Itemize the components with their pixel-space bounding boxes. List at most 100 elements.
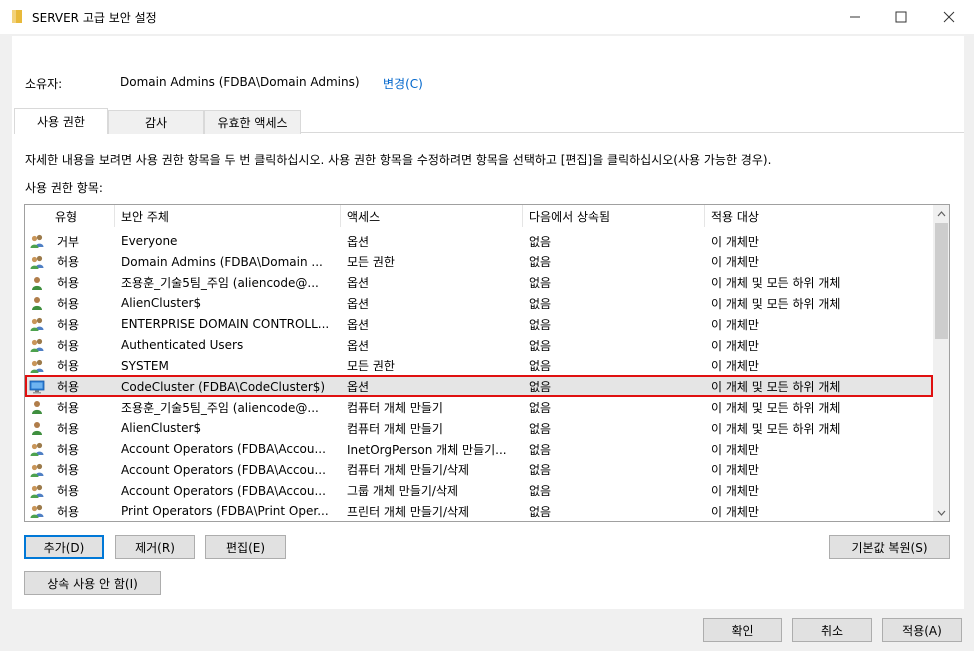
cell-inherited: 없음 — [529, 359, 552, 374]
table-row[interactable]: 허용 조용훈_기술5팀_주임 (aliencode@... 컴퓨터 개체 만들기 없음… — [25, 397, 933, 418]
table-row[interactable]: 허용 Print Operators (FDBA\Print Oper... 프린터… — [25, 501, 933, 521]
group-icon — [29, 338, 45, 352]
cell-applies: 이 개체만 — [711, 317, 759, 332]
tab-auditing[interactable]: 감사 — [108, 110, 204, 134]
instructions-text: 자세한 내용을 보려면 사용 권한 항목을 두 번 클릭하십시오. 사용 권한 … — [25, 153, 772, 167]
chevron-up-icon — [937, 210, 946, 216]
cell-inherited: 없음 — [529, 504, 552, 519]
cancel-button[interactable]: 취소 — [792, 618, 872, 642]
apply-button[interactable]: 적용(A) — [882, 618, 962, 642]
cell-applies: 이 개체 및 모든 하위 개체 — [711, 421, 841, 436]
vertical-scrollbar[interactable] — [933, 205, 949, 521]
cell-access: 모든 권한 — [347, 255, 395, 270]
add-button[interactable]: 추가(D) — [24, 535, 104, 559]
cell-inherited: 없음 — [529, 276, 552, 291]
table-row[interactable]: 허용 Account Operators (FDBA\Accou... 컴퓨터 개체… — [25, 460, 933, 481]
tab-effective-access[interactable]: 유효한 액세스 — [204, 110, 301, 134]
table-row[interactable]: 허용 CodeCluster (FDBA\CodeCluster$) 옵션 없음 이 개… — [25, 376, 933, 398]
ok-button[interactable]: 확인 — [703, 618, 782, 642]
cell-type: 허용 — [57, 317, 80, 332]
group-icon — [29, 234, 45, 248]
permission-entries-list[interactable]: 유형 보안 주체 액세스 다음에서 상속됨 적용 대상 거부 Everyone 옵션… — [24, 204, 950, 522]
cell-applies: 이 개체만 — [711, 359, 759, 374]
user-icon — [29, 276, 45, 290]
column-header-type[interactable]: 유형 — [49, 205, 115, 227]
scroll-down-button[interactable] — [933, 504, 949, 521]
cell-applies: 이 개체만 — [711, 504, 759, 519]
table-row[interactable]: 허용 Domain Admins (FDBA\Domain ... 모든 권한 없음 이… — [25, 252, 933, 273]
table-row[interactable]: 허용 AlienCluster$ 컴퓨터 개체 만들기 없음 이 개체 및 모든 하위 … — [25, 418, 933, 439]
column-header-applies-to[interactable]: 적용 대상 — [705, 205, 933, 227]
cell-principal: Domain Admins (FDBA\Domain ... — [121, 254, 323, 269]
cell-applies: 이 개체 및 모든 하위 개체 — [711, 400, 841, 415]
edit-button[interactable]: 편집(E) — [205, 535, 286, 559]
cell-inherited: 없음 — [529, 317, 552, 332]
cell-principal: AlienCluster$ — [121, 296, 202, 311]
group-icon — [29, 255, 45, 269]
tab-label: 유효한 액세스 — [217, 116, 288, 130]
user-icon — [29, 421, 45, 436]
cell-applies: 이 개체만 — [711, 463, 759, 478]
cell-principal: AlienCluster$ — [121, 421, 202, 436]
button-label: 제거(R) — [135, 540, 175, 555]
tab-label: 사용 권한 — [37, 115, 85, 129]
table-row[interactable]: 거부 Everyone 옵션 없음 이 개체만 — [25, 231, 933, 252]
cell-applies: 이 개체 및 모든 하위 개체 — [711, 380, 841, 395]
window-title: SERVER 고급 보안 설정 — [32, 11, 157, 25]
column-header-inherited-from[interactable]: 다음에서 상속됨 — [523, 205, 705, 227]
button-label: 추가(D) — [43, 540, 85, 555]
computer-icon — [29, 380, 45, 394]
column-header-label: 다음에서 상속됨 — [529, 209, 611, 224]
tab-permissions[interactable]: 사용 권한 — [14, 108, 108, 134]
owner-value: Domain Admins (FDBA\Domain Admins) — [120, 75, 360, 89]
cell-principal: Print Operators (FDBA\Print Oper... — [121, 504, 329, 519]
cell-type: 허용 — [57, 338, 80, 353]
table-row[interactable]: 허용 AlienCluster$ 옵션 없음 이 개체 및 모든 하위 개체 — [25, 293, 933, 314]
cell-access: 옵션 — [347, 234, 370, 249]
cell-applies: 이 개체 및 모든 하위 개체 — [711, 296, 841, 311]
cell-principal: Account Operators (FDBA\Accou... — [121, 462, 326, 477]
chevron-down-icon — [937, 510, 946, 516]
table-row[interactable]: 허용 ENTERPRISE DOMAIN CONTROLL... 옵션 없음 이 개체만 — [25, 314, 933, 335]
user-icon — [29, 400, 45, 415]
scroll-thumb[interactable] — [935, 223, 948, 339]
column-header-access[interactable]: 액세스 — [341, 205, 523, 227]
group-icon — [29, 442, 45, 456]
cell-type: 허용 — [57, 504, 80, 519]
table-row[interactable]: 허용 조용훈_기술5팀_주임 (aliencode@... 옵션 없음 이 개체 및 모… — [25, 273, 933, 294]
cell-inherited: 없음 — [529, 400, 552, 415]
disable-inheritance-button[interactable]: 상속 사용 안 함(I) — [24, 571, 161, 595]
column-header-label: 유형 — [55, 209, 78, 224]
cell-type: 허용 — [57, 463, 80, 478]
cell-applies: 이 개체만 — [711, 255, 759, 270]
group-icon — [29, 504, 45, 519]
scroll-up-button[interactable] — [933, 205, 949, 222]
button-label: 적용(A) — [902, 623, 942, 638]
table-row[interactable]: 허용 Account Operators (FDBA\Accou... 그룹 개체 … — [25, 481, 933, 502]
table-row[interactable]: 허용 Account Operators (FDBA\Accou... InetOr… — [25, 439, 933, 460]
cell-access: 컴퓨터 개체 만들기 — [347, 400, 443, 415]
restore-defaults-button[interactable]: 기본값 복원(S) — [829, 535, 950, 559]
table-row[interactable]: 허용 Authenticated Users 옵션 없음 이 개체만 — [25, 335, 933, 356]
close-button[interactable] — [926, 0, 972, 34]
table-row[interactable]: 허용 SYSTEM 모든 권한 없음 이 개체만 — [25, 356, 933, 377]
cell-principal: SYSTEM — [121, 358, 169, 373]
cell-principal: Account Operators (FDBA\Accou... — [121, 442, 326, 456]
cell-applies: 이 개체만 — [711, 484, 759, 499]
cell-applies: 이 개체만 — [711, 442, 759, 457]
permission-entries-label: 사용 권한 항목: — [25, 181, 103, 195]
button-label: 확인 — [731, 623, 754, 638]
button-label: 취소 — [820, 623, 844, 638]
column-header-principal[interactable]: 보안 주체 — [115, 205, 341, 227]
cell-inherited: 없음 — [529, 234, 552, 249]
group-icon — [29, 484, 45, 498]
cell-type: 허용 — [57, 296, 80, 311]
change-owner-link[interactable]: 변경(C) — [383, 75, 423, 92]
cell-access: 컴퓨터 개체 만들기/삭제 — [347, 463, 470, 478]
cell-access: 옵션 — [347, 296, 370, 311]
user-icon — [29, 296, 45, 311]
maximize-button[interactable] — [878, 0, 924, 34]
minimize-button[interactable] — [832, 0, 878, 34]
remove-button[interactable]: 제거(R) — [115, 535, 195, 559]
cell-access: 컴퓨터 개체 만들기 — [347, 421, 443, 436]
